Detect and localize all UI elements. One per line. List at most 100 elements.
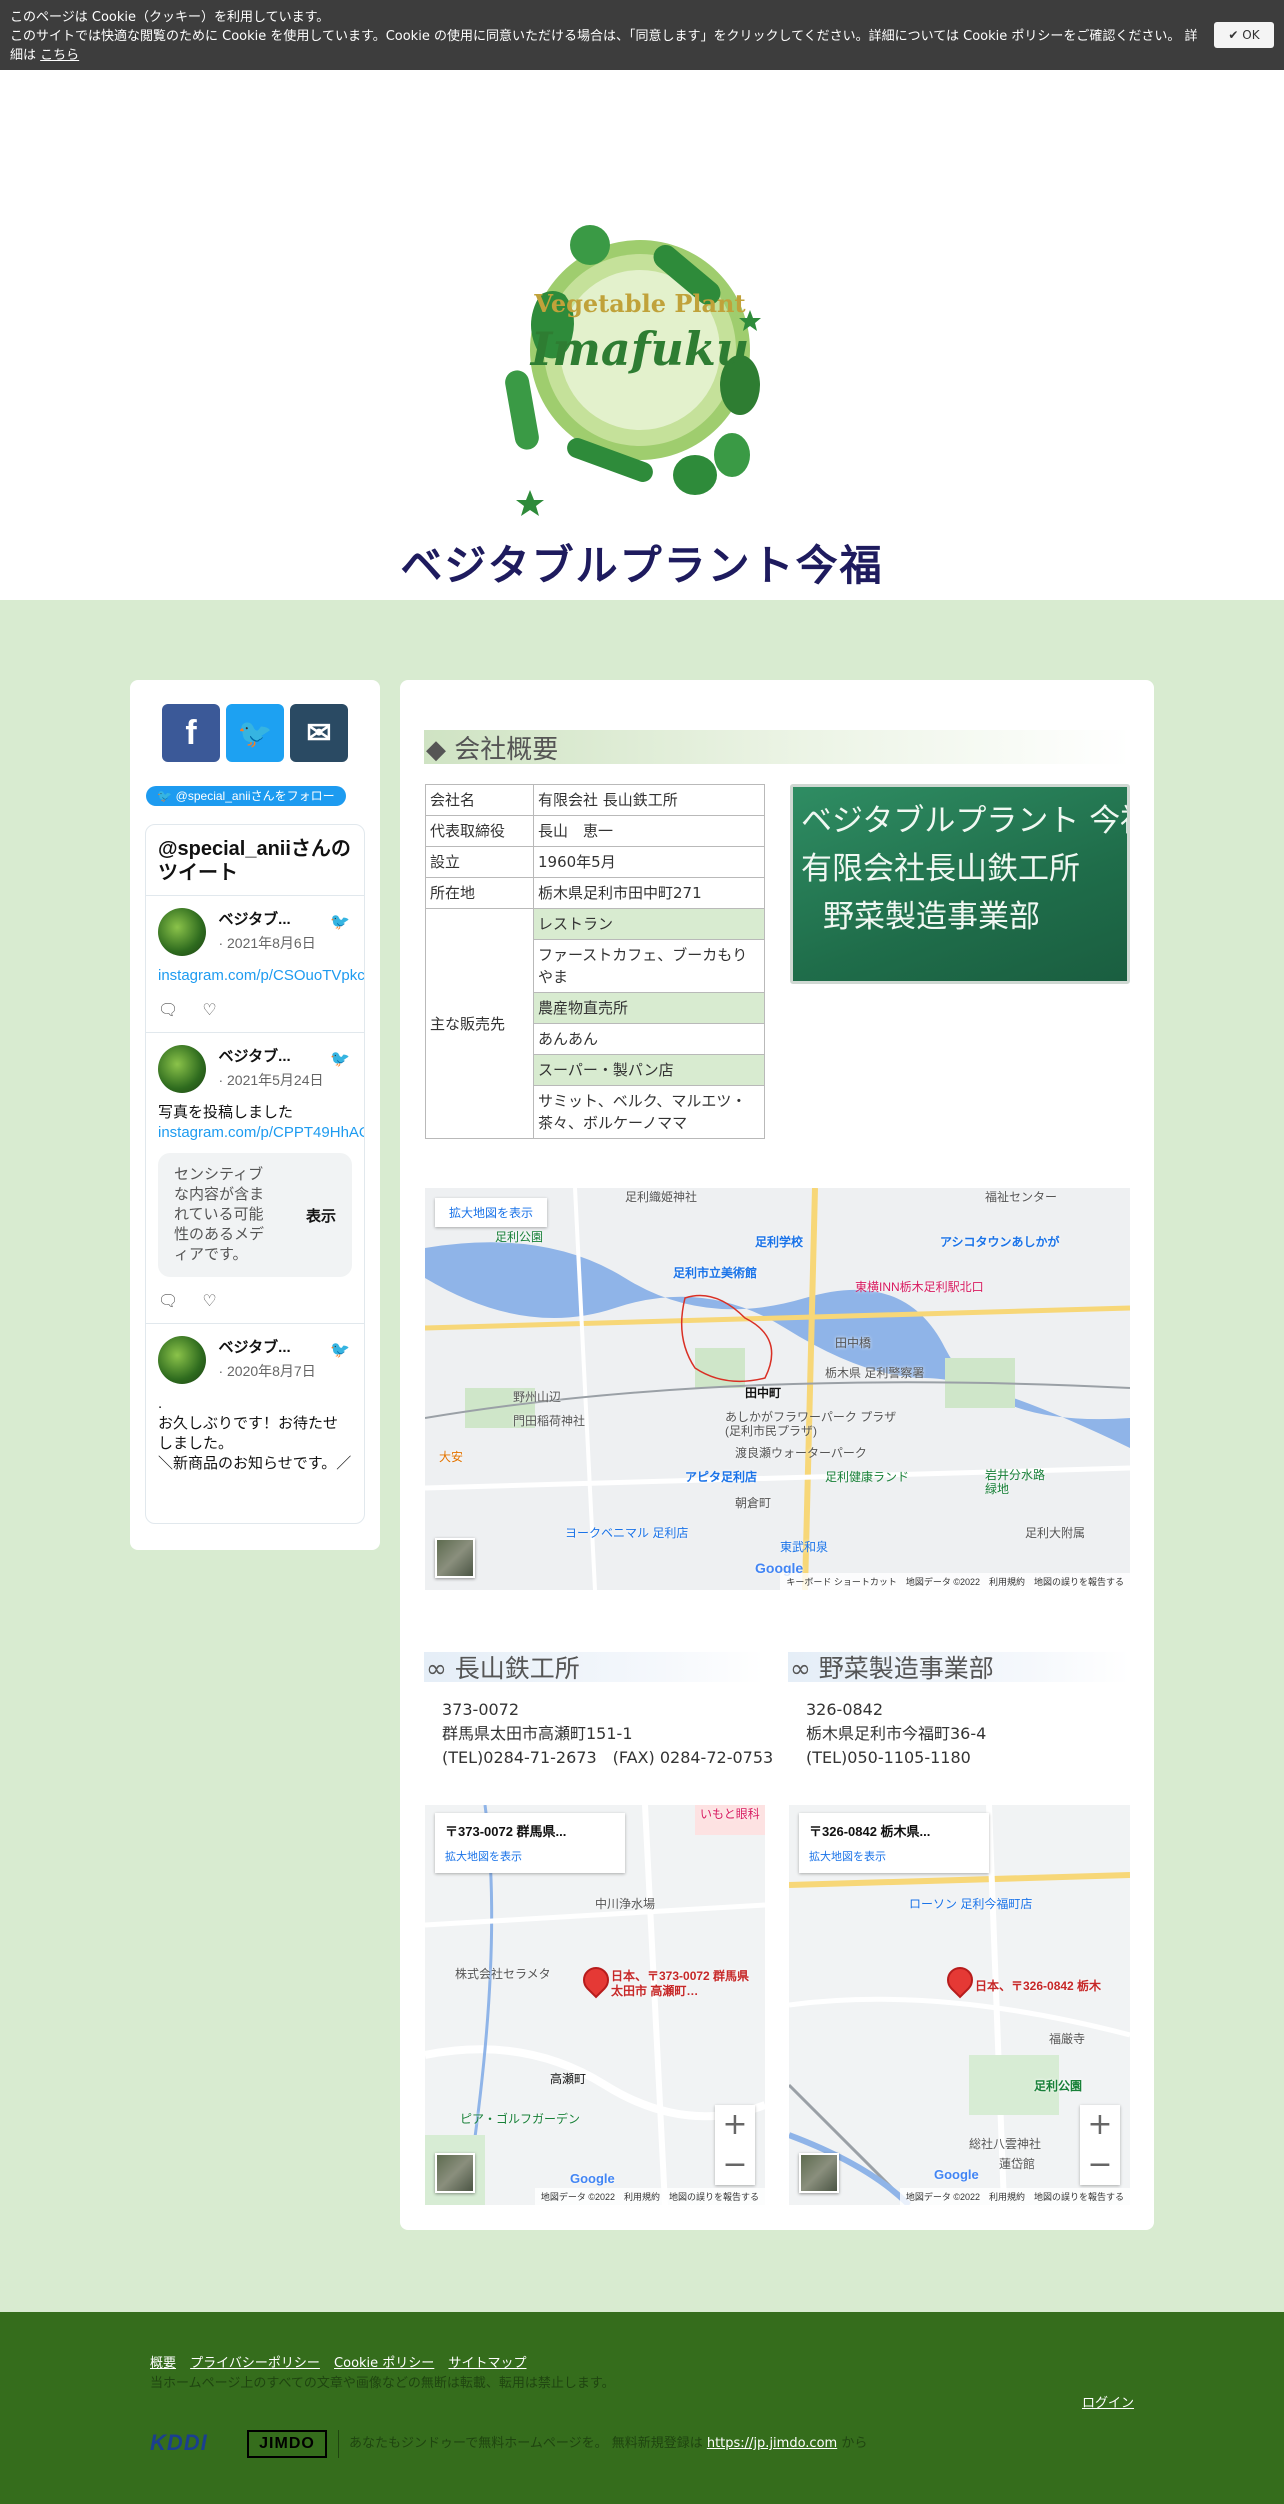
office1-zip: 373-0072 (442, 1700, 520, 1719)
map-footer[interactable]: 地図データ ©2022 利用規約 地図の誤りを報告する (534, 2188, 765, 2205)
show-media-button[interactable]: 表示 (306, 1205, 336, 1226)
map-place: 足利公園 (1034, 2079, 1083, 2093)
company-info-table: 会社名 有限会社 長山鉄工所 代表取締役 長山 恵一 設立 1960年5月 所在地 栃木… (425, 784, 765, 1139)
cookie-text: このページは Cookie（クッキー）を利用しています。 このサイトでは快適な閲… (10, 8, 1200, 65)
tweet-date[interactable]: · 2021年8月6日 (218, 933, 338, 953)
satellite-toggle[interactable] (435, 1538, 475, 1578)
footer-nav: 概要 プライバシーポリシー Cookie ポリシー サイトマップ (150, 2352, 536, 2371)
zoom-out-button[interactable]: − (715, 2145, 755, 2185)
footer-link-overview[interactable]: 概要 (150, 2356, 176, 2371)
tweet-date[interactable]: · 2021年5月24日 (218, 1070, 338, 1090)
enlarge-map-button[interactable]: 拡大地図を表示 (435, 1198, 548, 1227)
map-place: 蓮岱館 (999, 2157, 1036, 2171)
reply-icon[interactable]: 🗨 (158, 1293, 178, 1310)
like-icon[interactable]: ♡ (202, 1002, 216, 1019)
powered-suffix: から (841, 2436, 868, 2451)
map-place: 足利織姫神社 (625, 1190, 698, 1204)
map-place: アシコタウンあしかが (940, 1235, 1060, 1249)
zoom-in-button[interactable]: + (715, 2105, 755, 2145)
office1-map[interactable]: 〒373-0072 群馬県... 拡大地図を表示 中川浄水場 株式会社セラメタ … (425, 1805, 765, 2205)
enlarge-map-link[interactable]: 拡大地図を表示 (445, 1848, 615, 1864)
map-place: 東横INN栃木足利駅北口 (855, 1280, 984, 1294)
map-place: 足利大附属 (1025, 1526, 1086, 1540)
map-place: 栃木県 足利警察署 (825, 1366, 925, 1380)
sales-category: スーパー・製パン店 (533, 1054, 765, 1086)
site-header: Vegetable Plant Imafuku ベジタブルプラント今福 (0, 70, 1284, 600)
avatar[interactable] (158, 1045, 206, 1093)
sensitive-media-notice: センシティブな内容が含まれている可能性のあるメディアです。 表示 (158, 1153, 352, 1277)
tweet-date[interactable]: · 2020年8月7日 (218, 1361, 338, 1381)
avatar[interactable] (158, 1336, 206, 1384)
sales-detail: ファーストカフェ、ブーカもりやま (533, 939, 765, 993)
login-link[interactable]: ログイン (1082, 2392, 1134, 2411)
cookie-ok-button[interactable]: ✔ OK (1214, 22, 1274, 48)
office1-tel: (TEL)0284-71-2673 (FAX) 0284-72-0753 (442, 1748, 774, 1767)
office1-map-card: 〒373-0072 群馬県... 拡大地図を表示 (435, 1813, 625, 1873)
map-card-title: 〒326-0842 栃木県... (809, 1824, 931, 1839)
tweet-item[interactable]: ベジタブ... · 2021年8月6日 🐦 instagram.com/p/CSO… (146, 896, 364, 1033)
footer-link-privacy[interactable]: プライバシーポリシー (190, 2356, 320, 2371)
map-place: 株式会社セラメタ (455, 1967, 551, 1981)
map-place: 高瀬町 (550, 2072, 587, 2086)
logo-subtitle: Vegetable Plant (533, 289, 745, 318)
like-icon[interactable]: ♡ (202, 1293, 216, 1310)
tweet-item[interactable]: ベジタブ... · 2020年8月7日 🐦 . お久しぶりです！お待たせしました。… (146, 1324, 364, 1486)
sign-line: ベジタブルプラント 今福 (801, 803, 1130, 839)
tweet-author[interactable]: ベジタブ... (218, 1045, 338, 1066)
map-place: ヨークベニマル 足利店 (565, 1526, 689, 1540)
jimdo-signup-link[interactable]: https://jp.jimdo.com (707, 2436, 837, 2451)
tweet-link[interactable]: instagram.com/p/CSOuoTVpkch/... (158, 967, 364, 984)
enlarge-map-link[interactable]: 拡大地図を表示 (809, 1848, 979, 1864)
facebook-share-button[interactable]: f (162, 704, 220, 762)
reply-icon[interactable]: 🗨 (158, 1002, 178, 1019)
sales-category: レストラン (533, 908, 765, 940)
zoom-controls[interactable]: + − (715, 2105, 755, 2185)
mail-share-button[interactable]: ✉ (290, 704, 348, 762)
map-place: いもと眼科 (700, 1807, 760, 1821)
zoom-out-button[interactable]: − (1080, 2145, 1120, 2185)
area-map[interactable]: 足利市立美術館 足利学校 アシコタウンあしかが 東横INN栃木足利駅北口 田中橋… (425, 1188, 1130, 1590)
site-footer: 概要 プライバシーポリシー Cookie ポリシー サイトマップ 当ホームページ… (0, 2312, 1284, 2504)
satellite-toggle[interactable] (435, 2153, 475, 2193)
site-logo[interactable]: Vegetable Plant Imafuku (500, 200, 780, 530)
office2-map[interactable]: 〒326-0842 栃木県... 拡大地図を表示 ローソン 足利今福町店 福厳寺… (789, 1805, 1130, 2205)
jimdo-logo[interactable]: JIMDO (247, 2430, 327, 2458)
tweet-link[interactable]: instagram.com/p/CPPT49HhAOG/... (158, 1124, 364, 1141)
office2-address: 326-0842 栃木県足利市今福町36-4 (TEL)050-1105-118… (806, 1698, 986, 1770)
site-title[interactable]: ベジタブルプラント今福 (0, 532, 1284, 593)
office2-zip: 326-0842 (806, 1700, 884, 1719)
zoom-in-button[interactable]: + (1080, 2105, 1120, 2145)
kddi-logo[interactable]: KDDI (150, 2430, 208, 2456)
twitter-share-button[interactable]: 🐦 (226, 704, 284, 762)
sign-line: 野菜製造事業部 (823, 899, 1040, 935)
map-footer[interactable]: キーボード ショートカット 地図データ ©2022 利用規約 地図の誤りを報告す… (780, 1573, 1130, 1590)
map-place: 足利学校 (755, 1235, 804, 1249)
satellite-toggle[interactable] (799, 2153, 839, 2193)
pin-label: 日本、〒326-0842 栃木 (975, 1979, 1102, 1993)
map-place: 大安 (439, 1450, 464, 1464)
map-place: 岩井分水路緑地 (985, 1468, 1046, 1496)
mail-icon: ✉ (306, 716, 332, 750)
avatar[interactable] (158, 908, 206, 956)
tweet-author[interactable]: ベジタブ... (218, 1336, 338, 1357)
footer-link-cookie[interactable]: Cookie ポリシー (334, 2356, 434, 2371)
content-panel: ◆ 会社概要 会社名 有限会社 長山鉄工所 代表取締役 長山 恵一 設立 1960年5… (400, 680, 1154, 2230)
table-value: 有限会社 長山鉄工所 (533, 784, 765, 816)
google-logo: Google (570, 2171, 615, 2186)
office2-street: 栃木県足利市今福町36-4 (806, 1724, 987, 1743)
cookie-details-link[interactable]: こちら (40, 48, 79, 63)
map-footer[interactable]: 地図データ ©2022 利用規約 地図の誤りを報告する (899, 2188, 1130, 2205)
sales-detail: サミット、ベルク、マルエツ・茶々、ボルケーノママ (533, 1085, 765, 1139)
zoom-controls[interactable]: + − (1080, 2105, 1120, 2185)
twitter-follow-button[interactable]: 🐦 @special_aniiさんをフォロー (146, 786, 346, 806)
cookie-banner: このページは Cookie（クッキー）を利用しています。 このサイトでは快適な閲… (0, 0, 1284, 70)
powered-by: あなたもジンドゥーで無料ホームページを。 無料新規登録は https://jp.… (338, 2430, 867, 2458)
facebook-icon: f (185, 713, 197, 752)
tweet-item[interactable]: ベジタブ... · 2021年5月24日 🐦 写真を投稿しました instagram… (146, 1033, 364, 1324)
map-place: 足利健康ランド (825, 1470, 910, 1484)
footer-link-sitemap[interactable]: サイトマップ (448, 2356, 526, 2371)
tweet-author[interactable]: ベジタブ... (218, 908, 338, 929)
table-value: 1960年5月 (533, 846, 765, 878)
twitter-timeline[interactable]: @special_aniiさんのツイート ベジタブ... · 2021年8月6日 … (145, 824, 365, 1524)
table-key: 所在地 (425, 877, 534, 909)
